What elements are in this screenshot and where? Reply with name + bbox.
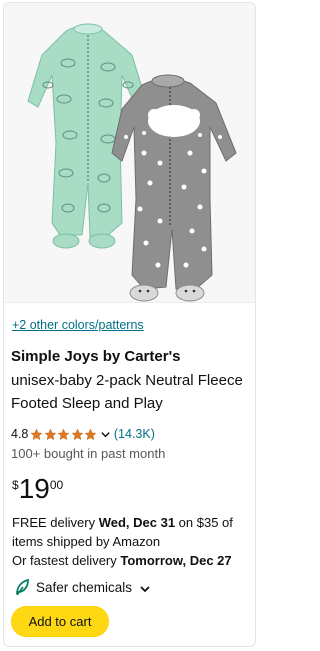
star-icon xyxy=(44,428,57,440)
fastest-delivery-date: Tomorrow, Dec 27 xyxy=(120,553,232,568)
rating-value: 4.8 xyxy=(11,427,29,441)
delivery-date: Wed, Dec 31 xyxy=(98,515,176,530)
chevron-down-icon[interactable] xyxy=(138,582,152,596)
star-rating[interactable] xyxy=(30,428,98,441)
review-count-link[interactable]: (14.3K) xyxy=(114,427,155,441)
price-whole: 19 xyxy=(18,473,50,504)
pajama-image xyxy=(27,23,237,302)
other-colors-link[interactable]: +2 other colors/patterns xyxy=(12,318,144,332)
product-image[interactable] xyxy=(4,3,255,303)
safer-chemicals-badge[interactable]: Safer chemicals xyxy=(14,578,152,596)
star-icon xyxy=(84,428,97,440)
star-icon xyxy=(30,428,43,440)
grey-pajama xyxy=(111,74,237,302)
star-icon xyxy=(71,428,84,440)
leaf-icon xyxy=(16,578,29,595)
delivery-prefix: FREE delivery xyxy=(12,515,99,530)
price-fraction: 00 xyxy=(49,478,64,492)
product-card: +2 other colors/patterns Simple Joys by … xyxy=(3,2,256,647)
safer-chemicals-label: Safer chemicals xyxy=(36,579,133,595)
rating-row[interactable]: 4.8 (14.3K) xyxy=(11,425,155,443)
delivery-info: FREE delivery Wed, Dec 31 on $35 of item… xyxy=(12,513,255,570)
price[interactable]: $ 19 00 xyxy=(12,473,63,505)
chevron-down-icon[interactable] xyxy=(100,429,111,440)
price-symbol: $ xyxy=(12,478,19,492)
brand-name[interactable]: Simple Joys by Carter's xyxy=(11,347,180,367)
star-icon xyxy=(57,428,70,440)
product-title[interactable]: unisex-baby 2-pack Neutral Fleece Footed… xyxy=(11,369,251,415)
fastest-delivery-prefix: Or fastest delivery xyxy=(12,553,121,568)
add-to-cart-button[interactable]: Add to cart xyxy=(11,606,109,637)
bought-in-past-month: 100+ bought in past month xyxy=(11,446,166,461)
